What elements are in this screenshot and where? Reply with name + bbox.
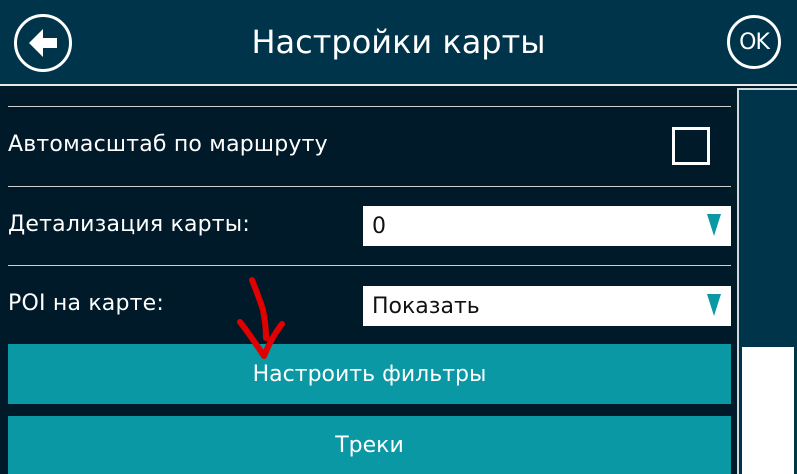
divider <box>8 186 731 187</box>
poi-label: POI на карте: <box>8 291 165 316</box>
dropdown-arrow-icon <box>707 214 721 236</box>
dropdown-arrow-icon <box>707 294 721 316</box>
autoscale-label: Автомасштаб по маршруту <box>8 132 328 157</box>
divider <box>8 265 731 266</box>
red-arrow-annotation <box>237 277 285 359</box>
detail-label: Детализация карты: <box>8 212 250 237</box>
page-title: Настройки карты <box>251 23 546 61</box>
poi-select[interactable]: Показать <box>363 286 731 326</box>
configure-filters-button[interactable]: Настроить фильтры <box>8 344 731 404</box>
poi-select-value: Показать <box>372 294 480 319</box>
ok-button[interactable]: OK <box>727 15 781 69</box>
detail-select[interactable]: 0 <box>363 206 731 246</box>
divider <box>8 106 731 107</box>
scrollbar-thumb[interactable] <box>742 347 794 474</box>
detail-select-value: 0 <box>372 214 386 239</box>
tracks-button[interactable]: Треки <box>8 416 731 474</box>
autoscale-checkbox[interactable] <box>672 127 710 165</box>
